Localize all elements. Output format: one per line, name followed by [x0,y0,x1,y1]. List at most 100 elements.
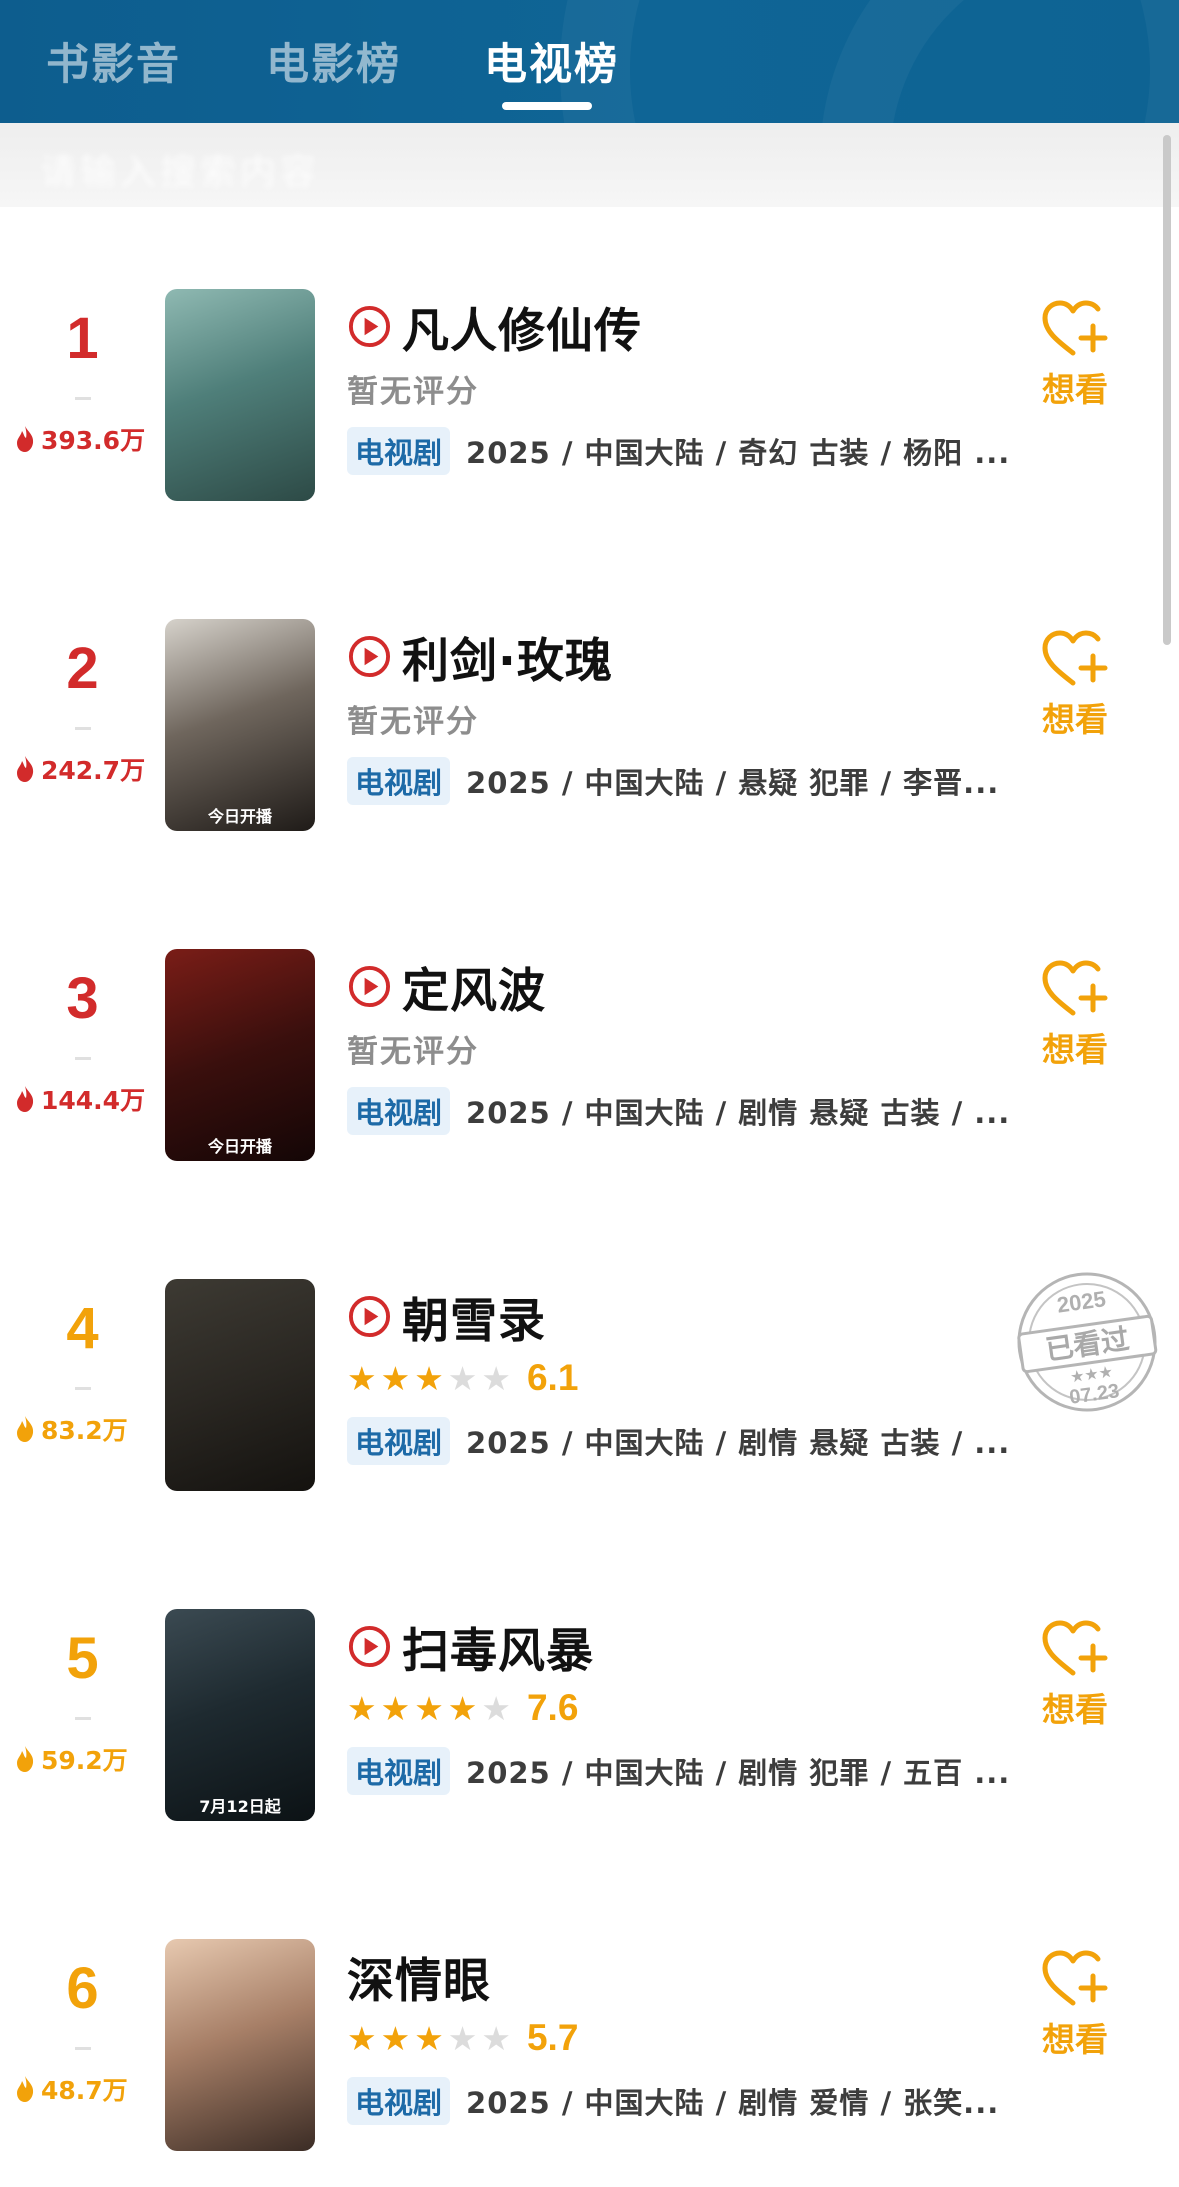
want-to-watch-button[interactable]: 想看 [1030,1617,1120,1731]
heart-plus-icon [1030,957,1120,1021]
show-title[interactable]: 深情眼 [347,1942,491,2011]
type-badge: 电视剧 [347,1087,451,1135]
want-to-watch-button[interactable]: 想看 [1030,297,1120,411]
flame-icon [17,1086,34,1112]
rating-row: ★ ★ ★ ★ ★ 7.6 [347,1683,578,1733]
info-row: 电视剧 2025 / 中国大陆 / 剧情 悬疑 古装 / ... [347,1415,1010,1467]
show-title[interactable]: 朝雪录 [402,1282,546,1351]
heat-value: 393.6万 [41,426,146,455]
poster-image[interactable]: 今日开播 [165,619,315,831]
ranking-item[interactable]: 3 144.4万今日开播 定风波暂无评分电视剧 2025 / 中国大陆 / 剧情 悬疑… [0,867,1179,1197]
show-meta: 2025 / 中国大陆 / 奇幻 古装 / 杨阳 ... [466,436,1011,470]
show-meta: 2025 / 中国大陆 / 剧情 悬疑 古装 / ... [466,1096,1011,1130]
flame-icon [17,1416,34,1442]
type-badge: 电视剧 [347,427,451,475]
title-row[interactable]: 深情眼 [347,1941,491,2011]
poster-image[interactable]: 7月12日起 [165,1609,315,1821]
show-title[interactable]: 扫毒风暴 [402,1612,594,1681]
heat-count: 144.4万 [14,1079,145,1119]
show-title[interactable]: 利剑·玫瑰 [402,622,613,691]
poster-image[interactable] [165,289,315,501]
show-title[interactable]: 凡人修仙传 [402,292,642,361]
title-row[interactable]: 利剑·玫瑰 [347,621,613,691]
poster-image[interactable]: 今日开播 [165,949,315,1161]
poster-caption: 今日开播 [207,1137,272,1156]
rank-divider [75,1387,91,1390]
show-meta: 2025 / 中国大陆 / 剧情 爱情 / 张笑... [466,2086,1000,2120]
search-bar[interactable]: 请输入搜索内容 [0,123,1179,207]
title-row[interactable]: 扫毒风暴 [347,1611,594,1681]
star-icon: ★ [481,1358,511,1398]
want-to-watch-button[interactable]: 想看 [1030,957,1120,1071]
rank-number: 5 [66,1626,99,1691]
rank-divider [75,397,91,400]
star-icon: ★ [347,1358,377,1398]
rating-row: 暂无评分 [347,1023,479,1073]
show-meta: 2025 / 中国大陆 / 剧情 犯罪 / 五百 ... [466,1756,1011,1790]
tab-movie-chart[interactable]: 电影榜 [266,30,401,92]
heat-value: 242.7万 [41,756,146,785]
poster-image[interactable] [165,1939,315,2151]
title-row[interactable]: 定风波 [347,951,546,1021]
tab-books-movies-music[interactable]: 书影音 [46,30,181,92]
rating-row: 暂无评分 [347,693,479,743]
play-icon[interactable] [347,964,392,1009]
poster-caption: 7月12日起 [199,1797,281,1816]
title-row[interactable]: 朝雪录 [347,1281,546,1351]
star-icon: ★ [414,1688,444,1728]
rating-row: ★ ★ ★ ★ ★ 6.1 [347,1353,578,1403]
info-row: 电视剧 2025 / 中国大陆 / 剧情 悬疑 古装 / ... [347,1085,1010,1137]
info-row: 电视剧 2025 / 中国大陆 / 奇幻 古装 / 杨阳 ... [347,425,1010,477]
flame-icon [17,2076,34,2102]
rank-number: 1 [66,306,99,371]
heat-count: 393.6万 [14,419,145,459]
no-score-label: 暂无评分 [347,703,479,740]
show-title[interactable]: 定风波 [402,952,546,1021]
rank-number: 3 [66,966,99,1031]
rank-number: 4 [66,1296,99,1361]
heat-value: 48.7万 [41,2076,128,2105]
star-icon: ★ [347,2018,377,2058]
top-navigation-bar: 书影音 电影榜 电视榜 [0,0,1179,123]
no-score-label: 暂无评分 [347,373,479,410]
play-icon[interactable] [347,304,392,349]
flame-icon [17,426,34,452]
heart-plus-icon [1030,1617,1120,1681]
ranking-item[interactable]: 2 242.7万 今日开播 利剑·玫瑰 暂无评分 电视剧 2025 / 中国大陆 / 悬疑 … [0,537,1179,867]
poster-caption: 今日开播 [207,807,272,826]
ranking-item[interactable]: 5 59.2万 7月12日起 扫毒风暴 ★ ★ ★ ★ ★ 7.6 电视剧 2025 / 中国大陆 /… [0,1527,1179,1857]
show-meta: 2025 / 中国大陆 / 剧情 悬疑 古装 / ... [466,1426,1011,1460]
title-row[interactable]: 凡人修仙传 [347,291,642,361]
want-label: 想看 [1042,370,1108,409]
ranking-item[interactable]: 1 393.6万 凡人修仙传暂无评分电视剧 2025 / 中国大陆 / 奇幻 古装 /… [0,207,1179,537]
heat-count: 83.2万 [14,1409,128,1449]
active-tab-indicator [502,102,592,110]
star-icon: ★ [481,1688,511,1728]
heart-plus-icon [1030,627,1120,691]
type-badge: 电视剧 [347,757,451,805]
ranking-item[interactable]: 4 83.2万 朝雪录 ★ ★ ★ ★ ★ 6.1 电视剧 2025 / 中国大陆 / 剧情 悬疑 … [0,1197,1179,1527]
heart-plus-icon [1030,1947,1120,2011]
want-to-watch-button[interactable]: 想看 [1030,1947,1120,2061]
ranking-item[interactable]: 6 48.7万 深情眼 ★ ★ ★ ★ ★ 5.7 电视剧 2025 / 中国大陆 / 剧情 爱情 … [0,1857,1179,2187]
play-icon[interactable] [347,1294,392,1339]
want-label: 想看 [1042,2020,1108,2059]
play-icon[interactable] [347,1624,392,1669]
heart-plus-icon [1030,297,1120,361]
poster-image[interactable] [165,1279,315,1491]
flame-icon [17,756,34,782]
play-icon[interactable] [347,634,392,679]
search-placeholder: 请输入搜索内容 [40,152,321,193]
tab-tv-chart[interactable]: 电视榜 [484,30,619,92]
star-icon: ★ [380,1688,411,1728]
type-badge: 电视剧 [347,2077,451,2125]
want-label: 想看 [1042,700,1108,739]
want-to-watch-button[interactable]: 想看 [1030,627,1120,741]
heat-count: 48.7万 [14,2069,128,2109]
watched-stamp: 2025 已看过 ★★★ 07.23 [1002,1257,1171,1426]
rank-number: 2 [66,636,99,701]
no-score-label: 暂无评分 [347,1033,479,1070]
type-badge: 电视剧 [347,1417,451,1465]
star-icon: ★ [447,2018,478,2058]
star-icon: ★ [447,1358,478,1398]
